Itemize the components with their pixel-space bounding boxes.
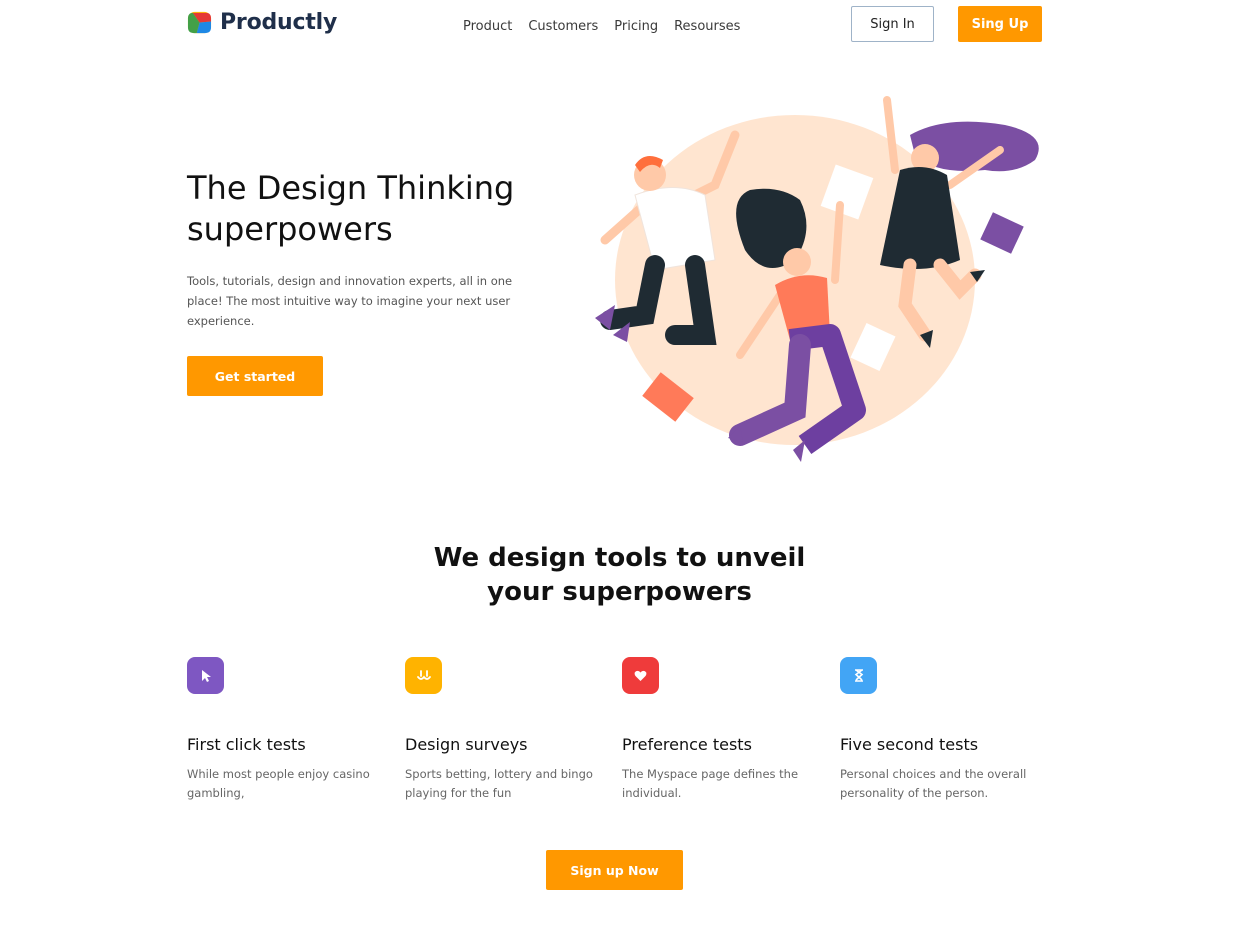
cursor-icon [187,657,224,694]
feature-title: First click tests [187,735,306,754]
feature-design-surveys: Design surveys Sports betting, lottery a… [405,657,605,803]
sign-up-button[interactable]: Sing Up [958,6,1042,42]
nav-item-product[interactable]: Product [463,19,512,34]
features-title-line-1: We design tools to unveil [433,543,806,573]
get-started-button[interactable]: Get started [187,356,323,396]
feature-title: Preference tests [622,735,752,754]
survey-icon [405,657,442,694]
feature-preference-tests: Preference tests The Myspace page define… [622,657,822,803]
feature-first-click-tests: First click tests While most people enjo… [187,657,387,803]
feature-title: Five second tests [840,735,979,754]
hero-subtitle: Tools, tutorials, design and innovation … [187,274,513,328]
features-section-title: We design tools to unveil your superpowe… [0,541,1239,609]
feature-five-second-tests: Five second tests Personal choices and t… [840,657,1040,803]
brand-name: Productly [220,10,338,35]
sign-up-now-button[interactable]: Sign up Now [546,850,683,890]
hero-illustration [595,96,1039,462]
feature-text: Personal choices and the overall persona… [840,767,1027,800]
feature-title: Design surveys [405,735,528,754]
feature-text: While most people enjoy casino gambling, [187,767,370,800]
main-nav: Product Customers Pricing Resourses [463,19,740,34]
nav-item-customers[interactable]: Customers [528,19,598,34]
heart-icon [622,657,659,694]
logo-mark-icon [187,11,212,34]
sign-in-button[interactable]: Sign In [851,6,934,42]
hourglass-icon [840,657,877,694]
features-title-line-2: your superpowers [487,577,752,607]
nav-item-pricing[interactable]: Pricing [614,19,658,34]
hero-title: The Design Thinking superpowers [187,169,515,248]
feature-text: Sports betting, lottery and bingo playin… [405,767,593,800]
book-icon [980,212,1024,254]
nav-item-resources[interactable]: Resourses [674,19,740,34]
feature-text: The Myspace page defines the individual. [622,767,799,800]
brand-logo[interactable]: Productly [187,10,337,35]
